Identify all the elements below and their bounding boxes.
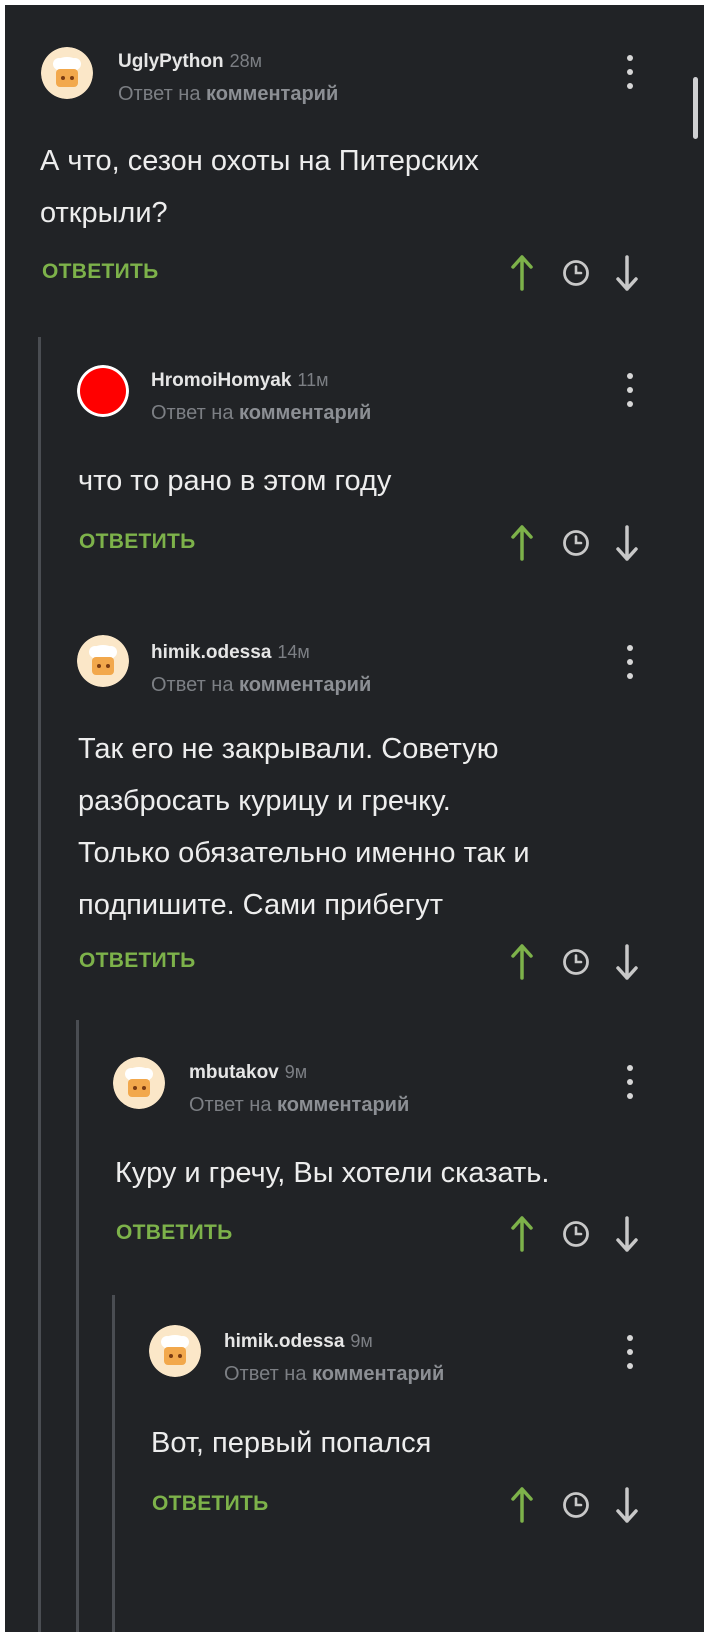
comment-text: что то рано в этом году <box>78 455 391 507</box>
upvote-arrow-icon[interactable] <box>510 253 534 293</box>
more-options-button[interactable] <box>622 1335 638 1369</box>
vote-actions <box>510 942 640 982</box>
reply-prefix: Ответ на <box>151 674 234 696</box>
comment-line: Только обязательно именно так и <box>78 837 530 869</box>
author-name-text: HromoiHomyak <box>151 370 292 391</box>
downvote-arrow-icon[interactable] <box>615 1485 639 1525</box>
comment-text: Так его не закрывали. Советую разбросать… <box>78 723 530 931</box>
thread-line <box>38 337 41 1632</box>
more-options-button[interactable] <box>622 373 638 407</box>
more-options-button[interactable] <box>622 645 638 679</box>
vote-actions <box>510 523 640 563</box>
vote-actions <box>510 1214 640 1254</box>
reply-prefix: Ответ на <box>118 83 201 105</box>
reply-button[interactable]: ОТВЕТИТЬ <box>79 949 196 973</box>
comment-line: подпишите. Сами прибегут <box>78 889 444 921</box>
author-name-text: UglyPython <box>118 51 224 72</box>
reply-target-link[interactable]: комментарий <box>239 402 371 424</box>
author-name-text: himik.odessa <box>151 642 272 663</box>
reply-to-line: Ответ на комментарий <box>224 1363 444 1386</box>
author-name[interactable]: himik.odessa 9м <box>224 1331 373 1353</box>
avatar[interactable] <box>41 47 93 99</box>
comment-text: Вот, первый попался <box>151 1417 431 1469</box>
reply-button[interactable]: ОТВЕТИТЬ <box>42 260 159 284</box>
reply-button[interactable]: ОТВЕТИТЬ <box>116 1221 233 1245</box>
avatar[interactable] <box>77 365 129 417</box>
clock-icon[interactable] <box>562 259 590 287</box>
avatar[interactable] <box>113 1057 165 1109</box>
upvote-arrow-icon[interactable] <box>510 523 534 563</box>
upvote-arrow-icon[interactable] <box>510 1485 534 1525</box>
comment-line: Вот, первый попался <box>151 1427 432 1459</box>
comment-time: 11м <box>297 370 329 390</box>
comment-time: 9м <box>350 1331 373 1351</box>
reply-to-line: Ответ на комментарий <box>151 674 371 697</box>
clock-icon[interactable] <box>562 948 590 976</box>
more-options-button[interactable] <box>622 55 638 89</box>
author-name-text: mbutakov <box>189 1062 279 1083</box>
avatar[interactable] <box>77 635 129 687</box>
upvote-arrow-icon[interactable] <box>510 1214 534 1254</box>
reply-target-link[interactable]: комментарий <box>206 83 338 105</box>
comment-text: А что, сезон охоты на Питерских открыли? <box>40 135 479 239</box>
comment-line: А что, сезон охоты на Питерских <box>40 145 479 177</box>
clock-icon[interactable] <box>562 1220 590 1248</box>
comment-line: Куру и гречу, Вы хотели сказать. <box>115 1157 550 1189</box>
chef-avatar-icon <box>113 1057 165 1109</box>
comment-time: 14м <box>277 642 310 662</box>
vote-actions <box>510 1485 640 1525</box>
comment-line: открыли? <box>40 197 168 229</box>
comments-screen: UglyPython 28м Ответ на комментарий А что… <box>5 5 704 1632</box>
chef-avatar-icon <box>41 47 93 99</box>
thread-line <box>112 1295 115 1632</box>
red-circle-avatar-icon <box>77 365 129 417</box>
upvote-arrow-icon[interactable] <box>510 942 534 982</box>
reply-prefix: Ответ на <box>189 1094 272 1116</box>
comment-time: 28м <box>229 51 262 71</box>
thread-line <box>76 1020 79 1632</box>
reply-target-link[interactable]: комментарий <box>277 1094 409 1116</box>
clock-icon[interactable] <box>562 529 590 557</box>
author-name-text: himik.odessa <box>224 1331 345 1352</box>
reply-button[interactable]: ОТВЕТИТЬ <box>152 1492 269 1516</box>
reply-button[interactable]: ОТВЕТИТЬ <box>79 530 196 554</box>
author-name[interactable]: UglyPython 28м <box>118 51 262 73</box>
reply-target-link[interactable]: комментарий <box>312 1363 444 1385</box>
downvote-arrow-icon[interactable] <box>615 523 639 563</box>
vote-actions <box>510 253 640 293</box>
comment-text: Куру и гречу, Вы хотели сказать. <box>115 1147 549 1199</box>
author-name[interactable]: himik.odessa 14м <box>151 642 310 664</box>
clock-icon[interactable] <box>562 1491 590 1519</box>
avatar[interactable] <box>149 1325 201 1377</box>
chef-avatar-icon <box>77 635 129 687</box>
comment-line: разбросать курицу и гречку. <box>78 785 451 817</box>
downvote-arrow-icon[interactable] <box>615 1214 639 1254</box>
reply-to-line: Ответ на комментарий <box>189 1094 409 1117</box>
comment-time: 9м <box>284 1062 308 1082</box>
reply-target-link[interactable]: комментарий <box>239 674 371 696</box>
reply-prefix: Ответ на <box>151 402 234 424</box>
scrollbar[interactable] <box>693 77 698 139</box>
more-options-button[interactable] <box>622 1065 638 1099</box>
chef-avatar-icon <box>149 1325 201 1377</box>
reply-to-line: Ответ на комментарий <box>118 83 338 106</box>
reply-to-line: Ответ на комментарий <box>151 402 371 425</box>
comment-line: что то рано в этом году <box>78 465 392 497</box>
downvote-arrow-icon[interactable] <box>615 942 639 982</box>
author-name[interactable]: HromoiHomyak 11м <box>151 370 328 392</box>
reply-prefix: Ответ на <box>224 1363 307 1385</box>
downvote-arrow-icon[interactable] <box>615 253 639 293</box>
author-name[interactable]: mbutakov 9м <box>189 1062 307 1084</box>
comment-line: Так его не закрывали. Советую <box>78 733 499 765</box>
